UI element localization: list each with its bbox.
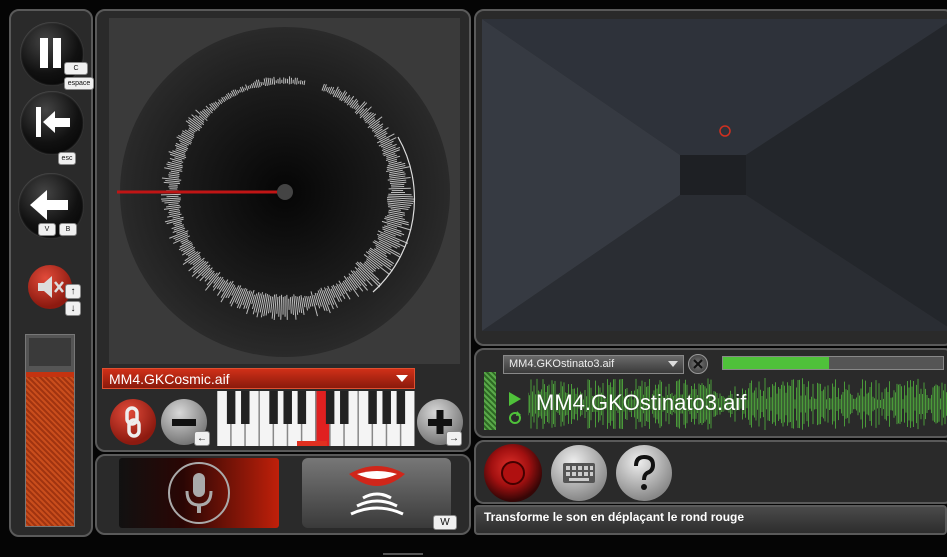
piano-black-key[interactable] xyxy=(340,391,349,424)
track-waveform-title: MM4.GKOstinato3.aif xyxy=(536,390,747,415)
question-mark-icon xyxy=(634,454,656,490)
sound-file-dropdown[interactable]: MM4.GKCosmic.aif xyxy=(102,368,415,389)
status-hint: Transforme le son en déplaçant le rond r… xyxy=(484,510,745,524)
piano-black-key[interactable] xyxy=(396,391,406,424)
play-icon[interactable] xyxy=(508,392,522,406)
microphone-icon xyxy=(168,462,230,524)
piano-black-key[interactable] xyxy=(297,391,307,424)
piano-keys[interactable] xyxy=(217,391,415,446)
piano-black-key[interactable] xyxy=(226,391,236,424)
piano-black-key[interactable] xyxy=(368,391,377,424)
help-button[interactable] xyxy=(616,445,672,501)
loop-icon[interactable] xyxy=(508,411,522,425)
pause-key-c: C xyxy=(64,62,88,75)
keyboard-icon xyxy=(563,463,595,483)
turntable-panel: MM4.GKCosmic.aif ← → xyxy=(95,9,471,452)
track-panel: MM4.GKOstinato3.aif MM4.GKOstinato3.aif xyxy=(474,348,947,438)
piano-black-key[interactable] xyxy=(325,391,335,424)
left-controls-panel: C espace esc V B ↑ ↓ xyxy=(9,9,94,537)
record-icon xyxy=(501,461,525,485)
piano-range-marker xyxy=(297,441,327,446)
chevron-down-icon xyxy=(396,375,408,382)
track-waveform[interactable]: MM4.GKOstinato3.aif xyxy=(528,378,947,430)
piano-black-key[interactable] xyxy=(382,391,391,424)
track-level-meter xyxy=(484,372,496,430)
close-track-button[interactable] xyxy=(688,354,708,374)
volume-slider-track xyxy=(29,338,71,366)
track-progress-fill xyxy=(723,357,829,369)
rewind-button[interactable] xyxy=(20,91,84,155)
mouth-icon xyxy=(349,466,405,516)
back-key-v: V xyxy=(38,223,56,236)
voice-panel: W xyxy=(95,454,471,535)
bottom-divider xyxy=(383,553,423,555)
tools-panel xyxy=(474,440,947,504)
piano-black-key[interactable] xyxy=(283,391,292,424)
track-file-dropdown[interactable]: MM4.GKOstinato3.aif xyxy=(503,355,684,374)
piano-black-key[interactable] xyxy=(241,391,250,424)
sound-file-name: MM4.GKCosmic.aif xyxy=(109,371,230,387)
pitch-up-key: → xyxy=(446,431,462,446)
back-key-b: B xyxy=(59,223,77,236)
chain-link-icon xyxy=(125,406,141,438)
volume-slider[interactable] xyxy=(25,334,75,527)
rewind-key: esc xyxy=(58,152,76,165)
space-view[interactable] xyxy=(474,9,947,346)
status-bar: Transforme le son en déplaçant le rond r… xyxy=(474,505,947,535)
mouth-button[interactable] xyxy=(302,458,451,528)
track-file-name: MM4.GKOstinato3.aif xyxy=(509,358,615,370)
close-icon xyxy=(693,359,703,369)
pause-key-space: espace xyxy=(64,77,94,90)
keyboard-button[interactable] xyxy=(551,445,607,501)
space-view-panel xyxy=(474,9,947,346)
volume-level xyxy=(26,372,74,526)
link-button[interactable] xyxy=(110,399,156,445)
chevron-down-icon xyxy=(668,361,678,367)
piano-black-key[interactable] xyxy=(269,391,278,424)
mute-key-down: ↓ xyxy=(65,301,81,316)
piano-keyboard[interactable] xyxy=(217,391,415,446)
pitch-down-key: ← xyxy=(194,431,210,446)
turntable-area[interactable] xyxy=(109,18,460,364)
microphone-button[interactable] xyxy=(119,458,279,528)
mouth-key: W xyxy=(433,515,457,530)
record-button[interactable] xyxy=(484,444,542,502)
turntable-disc[interactable] xyxy=(109,18,460,364)
rewind-icon xyxy=(36,107,70,137)
mute-key-up: ↑ xyxy=(65,284,81,299)
track-progress-bar[interactable] xyxy=(722,356,944,370)
